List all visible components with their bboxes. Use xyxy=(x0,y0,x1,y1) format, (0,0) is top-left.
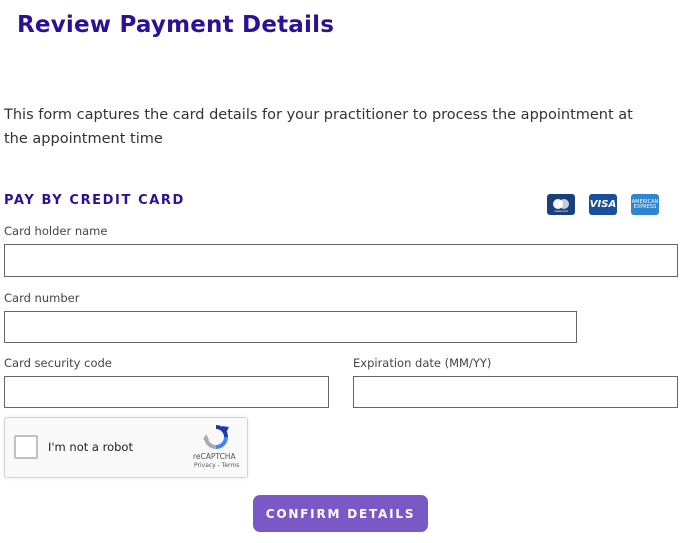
recaptcha-checkbox[interactable] xyxy=(14,435,38,459)
amex-icon: AMERICAN EXPRESS xyxy=(631,194,659,215)
page-title: Review Payment Details xyxy=(17,12,335,38)
visa-icon: VISA xyxy=(589,194,617,215)
mastercard-text: mastercard xyxy=(554,210,568,213)
recaptcha-links[interactable]: Privacy - Terms xyxy=(194,462,239,469)
recaptcha-label: I'm not a robot xyxy=(48,440,133,454)
recaptcha-icon xyxy=(202,424,230,454)
card-security-code-label: Card security code xyxy=(4,356,112,370)
card-holder-input[interactable] xyxy=(4,244,678,277)
section-title: PAY BY CREDIT CARD xyxy=(4,193,185,208)
card-number-input[interactable] xyxy=(4,311,577,343)
card-holder-label: Card holder name xyxy=(4,224,108,238)
expiration-date-label: Expiration date (MM/YY) xyxy=(353,356,492,370)
recaptcha-widget: I'm not a robot reCAPTCHA Privacy - Term… xyxy=(4,417,248,478)
expiration-date-input[interactable] xyxy=(353,376,678,408)
amex-line-2: EXPRESS xyxy=(633,203,657,210)
recaptcha-brand: reCAPTCHA xyxy=(193,452,236,461)
confirm-details-button[interactable]: CONFIRM DETAILS xyxy=(253,495,428,532)
card-number-label: Card number xyxy=(4,291,80,305)
card-logos: mastercard VISA AMERICAN EXPRESS xyxy=(547,194,659,215)
card-security-code-input[interactable] xyxy=(4,376,329,408)
form-description: This form captures the card details for … xyxy=(4,107,633,147)
mastercard-icon: mastercard xyxy=(547,194,575,215)
